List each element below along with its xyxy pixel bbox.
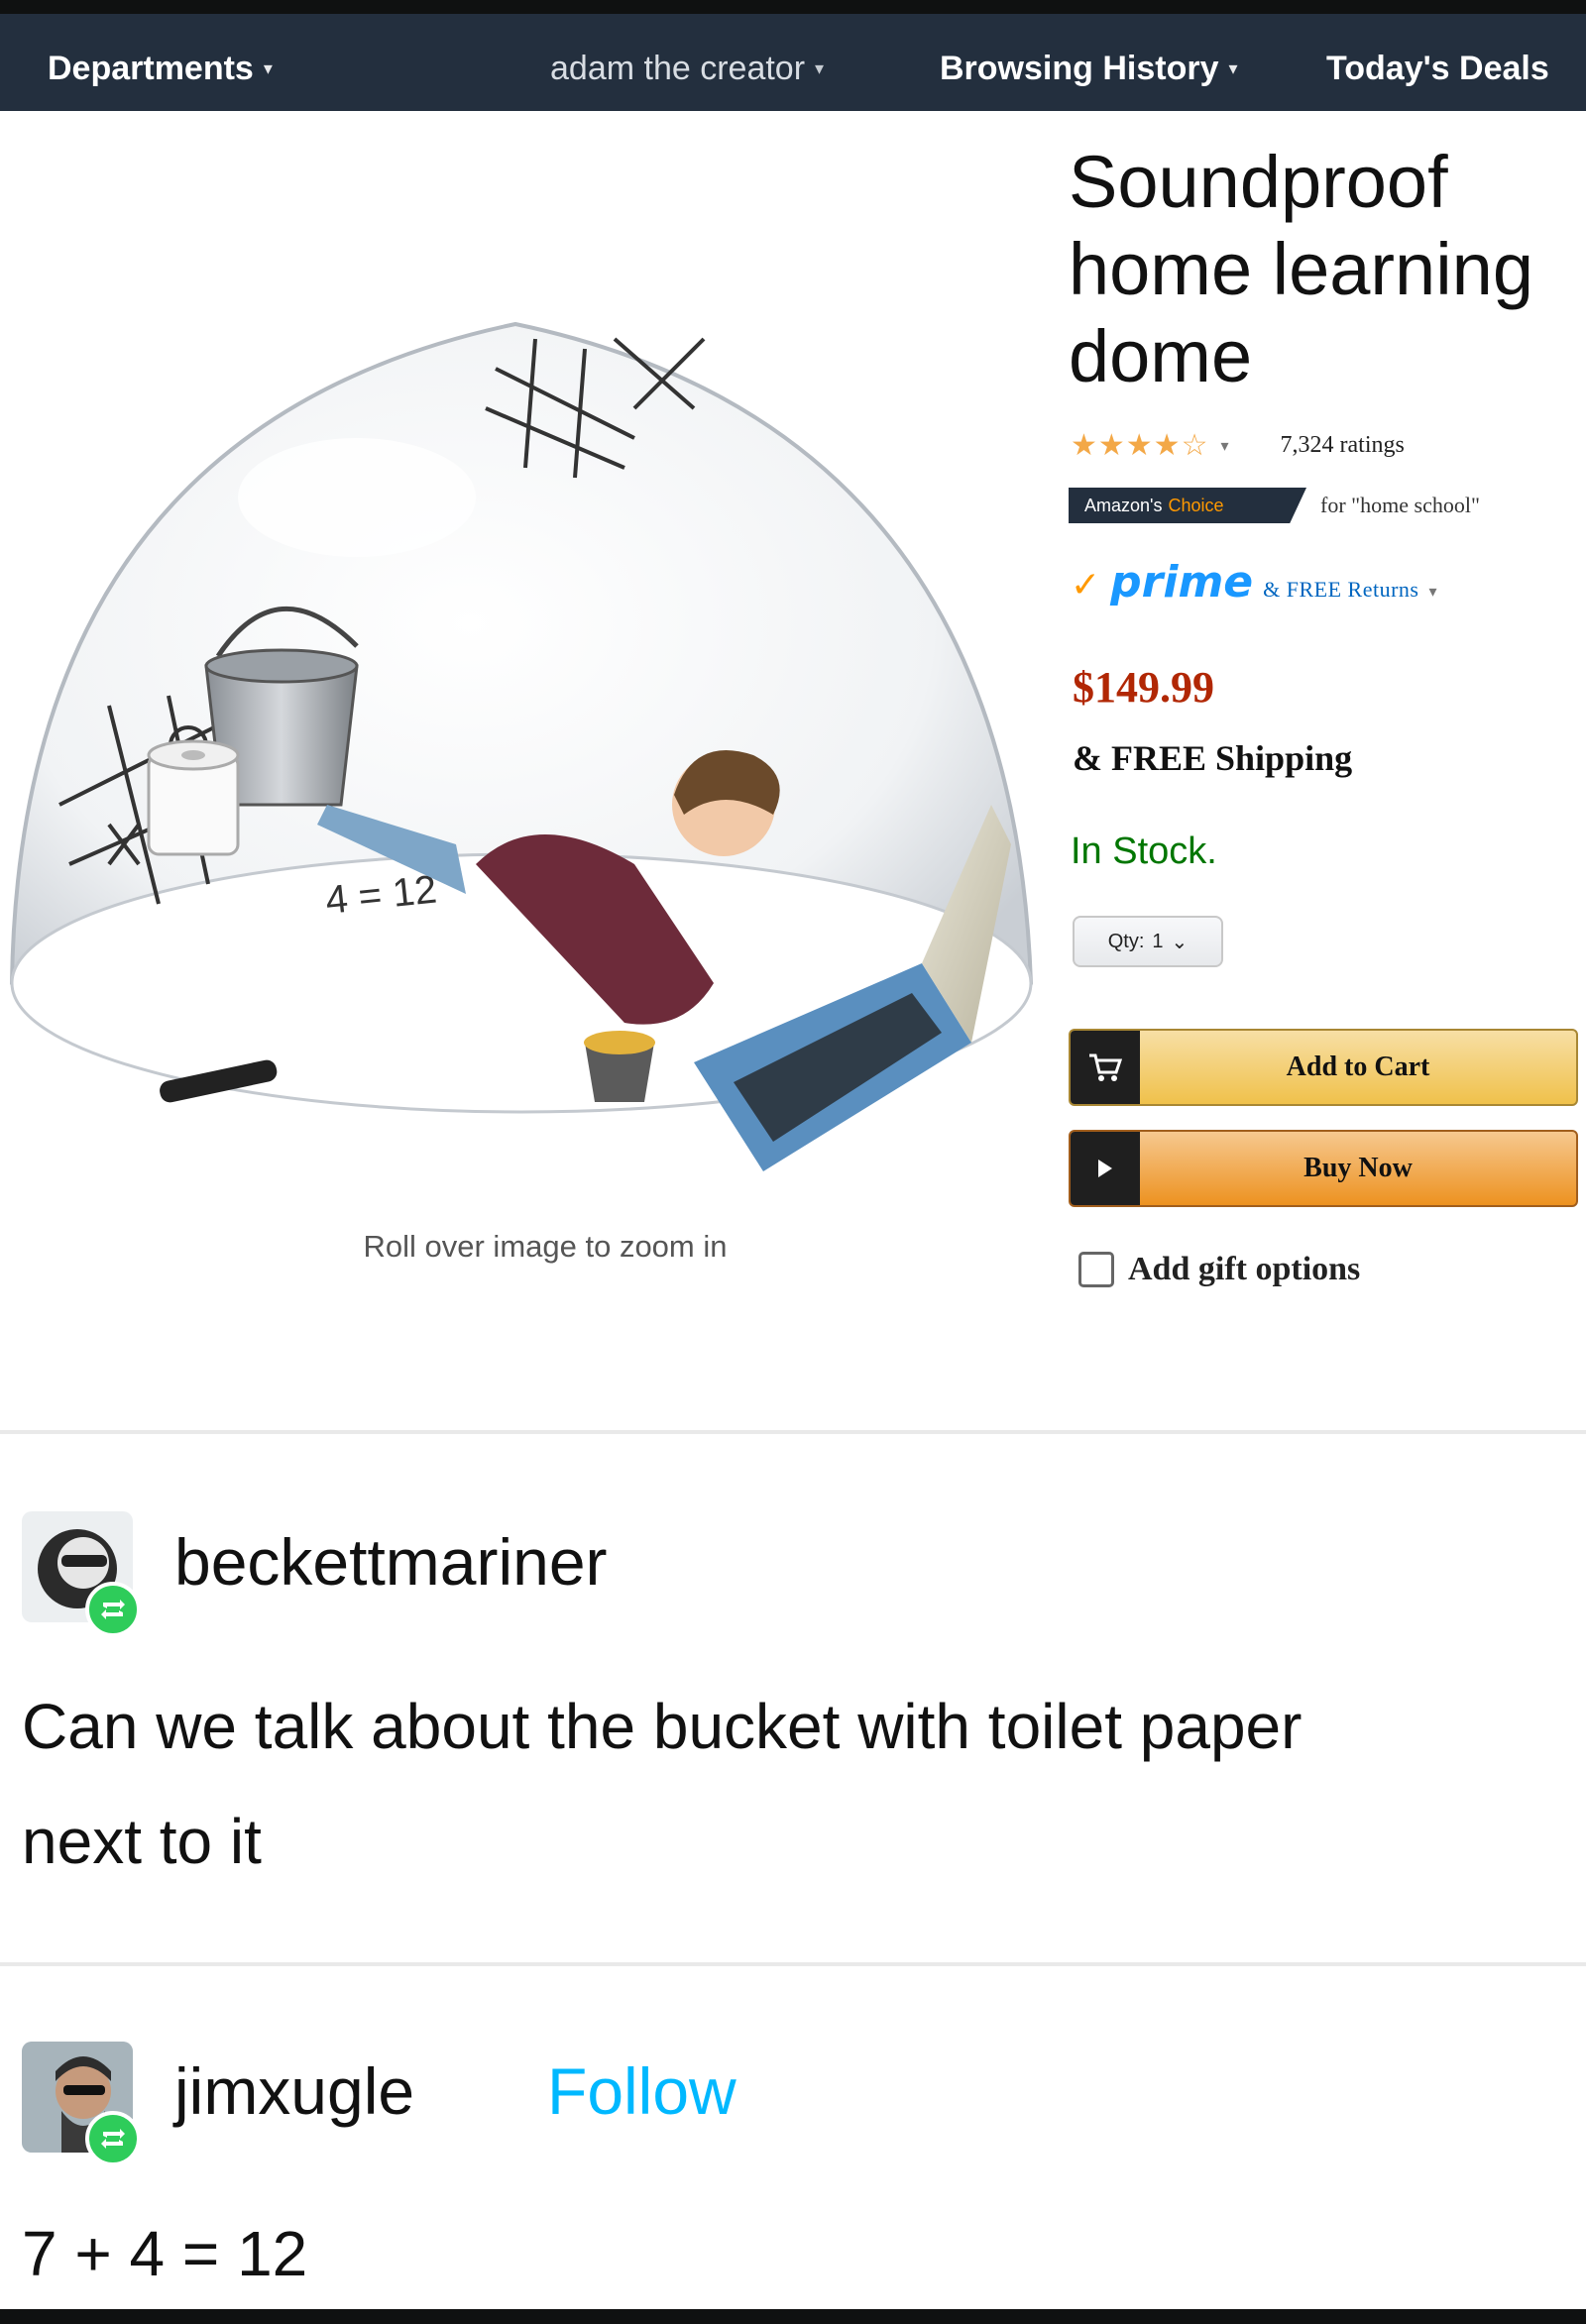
prime-row[interactable]: ✓ prime & FREE Returns ▾ [1071,557,1437,608]
divider [0,1962,1586,1966]
badge-sub-label: Choice [1168,495,1224,515]
play-icon [1071,1132,1140,1205]
qty-label: Qty: [1107,930,1145,952]
todays-deals-link[interactable]: Today's Deals [1326,50,1549,88]
reblog-icon [85,2111,141,2166]
buy-now-button[interactable]: Buy Now [1069,1130,1578,1207]
add-to-cart-button[interactable]: Add to Cart [1069,1029,1578,1106]
product-image[interactable]: 4 = 12 [0,111,1051,1251]
prime-check-icon: ✓ [1071,564,1101,605]
zoom-hint-text: Roll over image to zoom in [363,1229,728,1264]
chevron-down-icon: ▾ [815,58,825,78]
chevron-down-icon: ⌄ [1171,931,1189,953]
quantity-select[interactable]: Qty: 1 ⌄ [1073,916,1223,967]
prime-label: prime [1110,557,1254,608]
dome-illustration: 4 = 12 [9,321,1034,1171]
ratings-count[interactable]: 7,324 ratings [1281,432,1405,459]
noodle-cup-illustration [584,1031,655,1102]
toilet-paper-illustration [147,739,240,856]
departments-menu[interactable]: Departments ▾ [48,50,273,88]
top-navigation-bar: Departments ▾ adam the creator ▾ Browsin… [0,0,1586,111]
free-returns-link[interactable]: & FREE Returns [1263,577,1418,603]
star-rating-icon: ★★★★☆ [1071,429,1209,462]
cart-icon [1071,1031,1140,1104]
gift-options-checkbox[interactable] [1078,1252,1114,1287]
gift-options-row[interactable]: Add gift options [1078,1251,1360,1288]
stock-status: In Stock. [1071,830,1217,872]
follow-button[interactable]: Follow [547,2053,736,2129]
todays-deals-label: Today's Deals [1326,50,1549,87]
badge-search-term: for "home school" [1320,493,1480,517]
account-label: adam the creator [550,50,806,87]
post-text: 7 + 4 = 12 [22,2218,308,2289]
product-title: Soundproof home learning dome [1069,141,1533,397]
qty-value: 1 [1152,930,1164,952]
badge-main-label: Amazon's [1084,495,1163,515]
bottom-edge-bar [0,2309,1586,2324]
account-menu[interactable]: adam the creator ▾ [550,50,824,88]
chevron-down-icon: ▾ [1220,437,1229,455]
browsing-history-menu[interactable]: Browsing History ▾ [940,50,1238,88]
gift-options-label: Add gift options [1128,1251,1361,1287]
amazons-choice-badge: Amazon's Choice [1069,488,1306,523]
buy-now-label: Buy Now [1303,1153,1413,1183]
post-username[interactable]: jimxugle [174,2053,414,2129]
post-username[interactable]: beckettmariner [174,1524,608,1600]
chevron-down-icon: ▾ [1228,58,1238,78]
product-price: $149.99 [1073,663,1214,712]
free-shipping-label: & FREE Shipping [1073,738,1353,778]
add-to-cart-label: Add to Cart [1286,1051,1430,1082]
departments-label: Departments [48,50,254,87]
rating-row[interactable]: ★★★★☆ ▾ 7,324 ratings [1071,428,1405,463]
chevron-down-icon: ▾ [1428,584,1437,601]
amazons-choice-row: Amazon's Choice for "home school" [1069,488,1480,523]
divider [0,1430,1586,1434]
post-text: Can we talk about the bucket with toilet… [22,1691,1303,1877]
browsing-history-label: Browsing History [940,50,1219,87]
chevron-down-icon: ▾ [263,58,273,78]
reblog-icon [85,1582,141,1637]
